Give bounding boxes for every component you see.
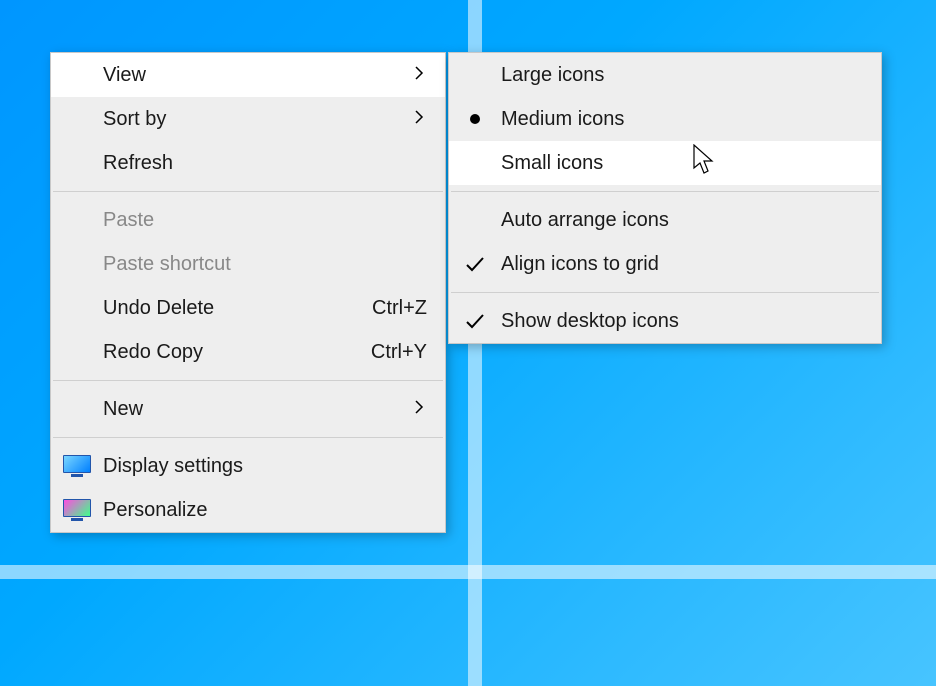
desktop-context-menu: View Sort by Refresh Paste: [50, 52, 446, 533]
menu-item-paste-shortcut: Paste shortcut: [51, 242, 445, 286]
personalize-icon: [63, 499, 91, 521]
menu-item-display-settings[interactable]: Display settings: [51, 444, 445, 488]
chevron-right-icon: [411, 108, 427, 131]
menu-item-undo-delete[interactable]: Undo Delete Ctrl+Z: [51, 286, 445, 330]
check-icon: [464, 253, 486, 275]
menu-item-refresh[interactable]: Refresh: [51, 141, 445, 185]
menu-item-label: Redo Copy: [103, 341, 341, 364]
menu-item-label: Sort by: [103, 108, 411, 131]
menu-item-label: Align icons to grid: [501, 253, 863, 276]
menu-item-label: Undo Delete: [103, 297, 342, 320]
menu-separator: [451, 292, 879, 293]
menu-item-view[interactable]: View: [51, 53, 445, 97]
menu-item-label: View: [103, 64, 411, 87]
menu-item-label: New: [103, 398, 411, 421]
submenu-item-small-icons[interactable]: Small icons: [449, 141, 881, 185]
menu-item-label: Paste shortcut: [103, 253, 427, 276]
submenu-item-auto-arrange[interactable]: Auto arrange icons: [449, 198, 881, 242]
menu-item-redo-copy[interactable]: Redo Copy Ctrl+Y: [51, 330, 445, 374]
cursor-icon: [693, 144, 717, 176]
menu-item-shortcut: Ctrl+Y: [371, 341, 427, 364]
submenu-item-show-desktop-icons[interactable]: Show desktop icons: [449, 299, 881, 343]
menu-item-label: Show desktop icons: [501, 310, 863, 333]
view-submenu: Large icons Medium icons Small icons Aut…: [448, 52, 882, 344]
menu-item-shortcut: Ctrl+Z: [372, 297, 427, 320]
menu-separator: [53, 191, 443, 192]
menu-item-paste: Paste: [51, 198, 445, 242]
menu-separator: [53, 437, 443, 438]
menu-separator: [451, 191, 879, 192]
menu-item-sort-by[interactable]: Sort by: [51, 97, 445, 141]
desktop-background[interactable]: View Sort by Refresh Paste: [0, 0, 936, 686]
menu-item-personalize[interactable]: Personalize: [51, 488, 445, 532]
menu-item-label: Refresh: [103, 152, 427, 175]
menu-item-label: Personalize: [103, 499, 427, 522]
radio-selected-icon: [470, 114, 480, 124]
monitor-icon: [63, 455, 91, 477]
check-icon: [464, 310, 486, 332]
menu-item-label: Large icons: [501, 64, 863, 87]
menu-item-label: Auto arrange icons: [501, 209, 863, 232]
menu-separator: [53, 380, 443, 381]
menu-item-new[interactable]: New: [51, 387, 445, 431]
submenu-item-align-to-grid[interactable]: Align icons to grid: [449, 242, 881, 286]
chevron-right-icon: [411, 398, 427, 421]
menu-item-label: Display settings: [103, 455, 427, 478]
menu-item-label: Paste: [103, 209, 427, 232]
submenu-item-medium-icons[interactable]: Medium icons: [449, 97, 881, 141]
menu-item-label: Small icons: [501, 152, 863, 175]
chevron-right-icon: [411, 64, 427, 87]
menu-item-label: Medium icons: [501, 108, 863, 131]
submenu-item-large-icons[interactable]: Large icons: [449, 53, 881, 97]
